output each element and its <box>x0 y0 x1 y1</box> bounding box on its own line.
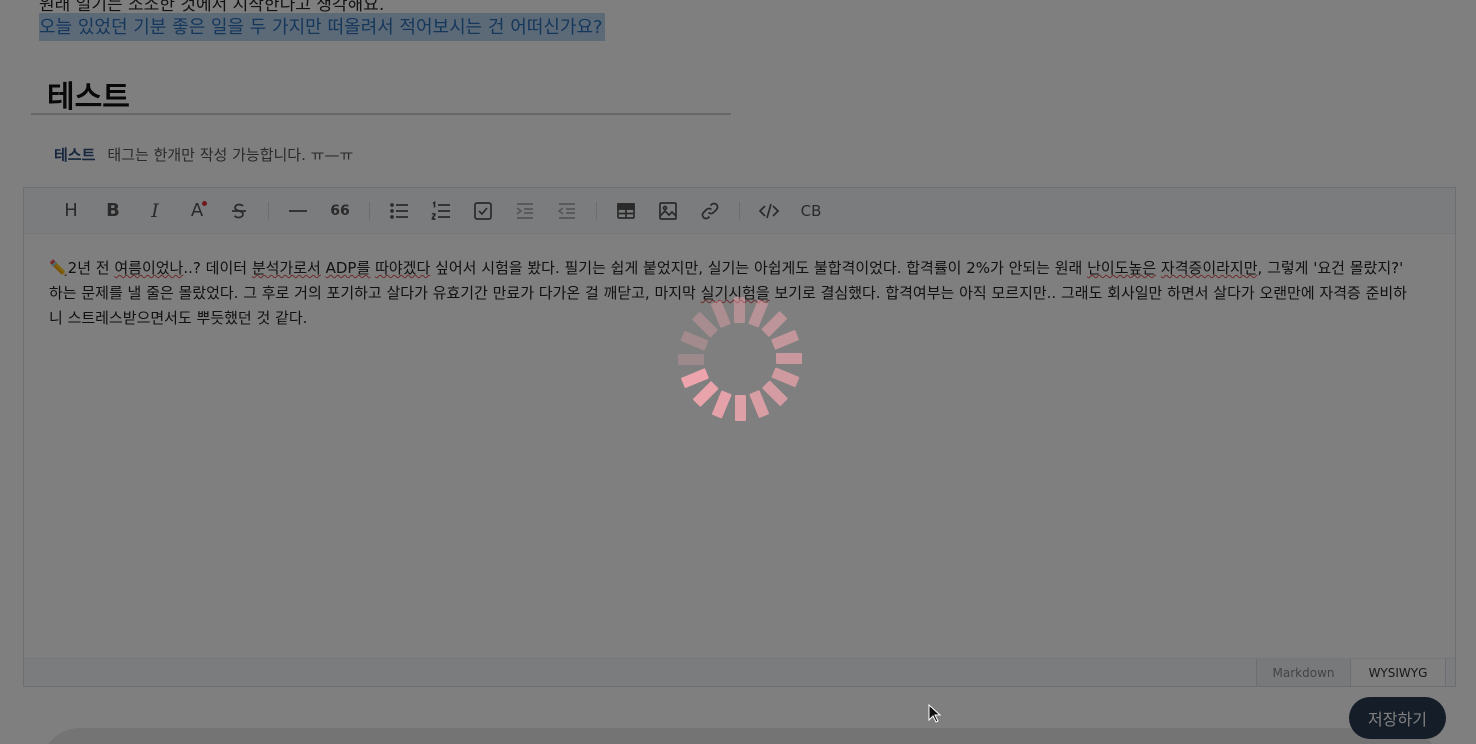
loading-spinner-icon <box>678 297 802 421</box>
loading-overlay <box>0 0 1476 744</box>
spinner-petal <box>711 300 731 328</box>
spinner-petal <box>735 395 746 421</box>
spinner-petal <box>711 390 732 419</box>
mouse-cursor-icon <box>928 704 942 723</box>
spinner-petal <box>692 312 718 338</box>
spinner-petal <box>749 390 769 418</box>
spinner-petal <box>771 367 800 388</box>
spinner-petal <box>761 311 787 337</box>
spinner-petal <box>776 353 802 364</box>
spinner-petal <box>771 330 799 350</box>
diary-write-page: 원래 일기는 소소한 것에서 시작한다고 생각해요. 오늘 있었던 기분 좋은 … <box>0 0 1476 744</box>
spinner-petal <box>678 354 704 365</box>
spinner-petal <box>762 380 788 406</box>
spinner-petal <box>680 330 709 351</box>
spinner-petal <box>681 368 709 388</box>
spinner-petal <box>748 299 769 328</box>
spinner-petal <box>693 381 719 407</box>
spinner-petal <box>734 297 745 323</box>
